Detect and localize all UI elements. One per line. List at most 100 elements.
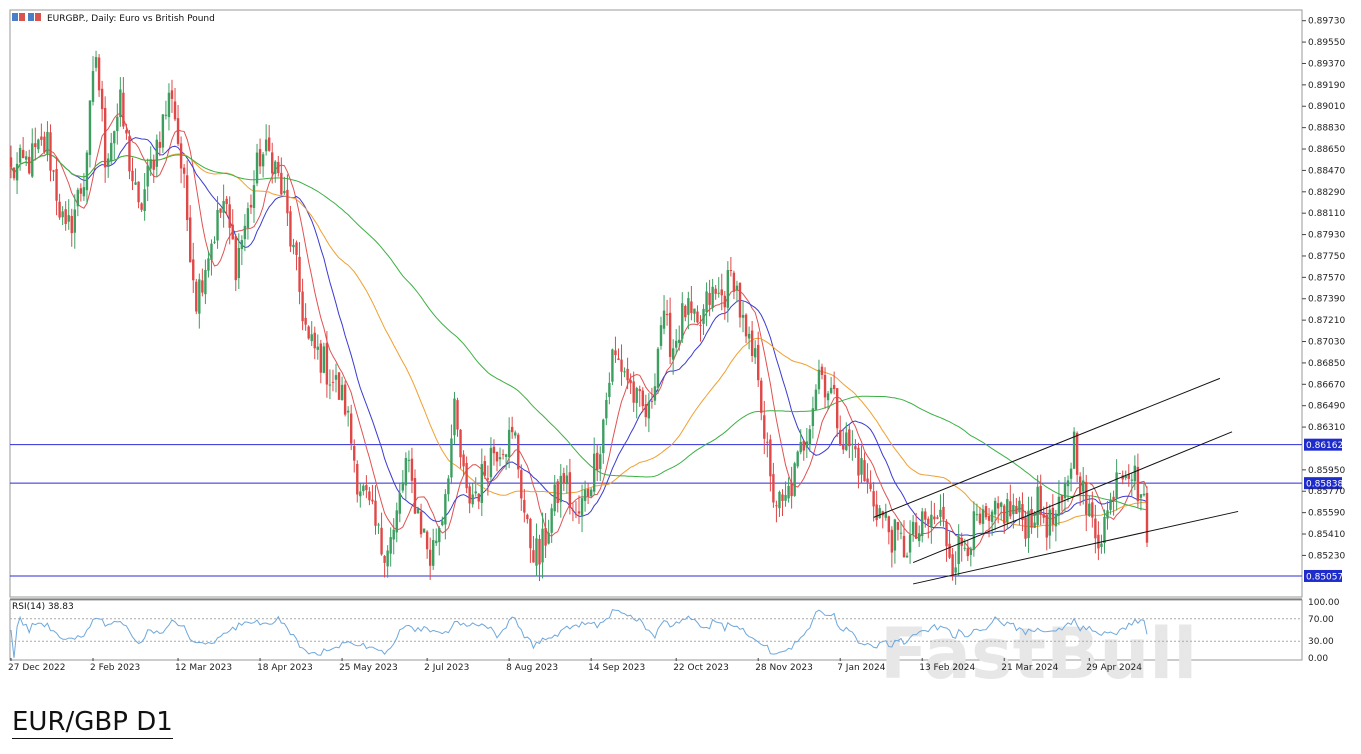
candle-body — [592, 453, 596, 492]
candle-body — [990, 511, 994, 522]
candle-body — [419, 511, 423, 535]
candle-body — [878, 508, 881, 519]
candle-body — [623, 371, 626, 373]
candle-body — [477, 493, 480, 502]
candle-body — [753, 348, 757, 358]
candle-body — [799, 441, 802, 453]
candle-body — [422, 528, 426, 533]
candle-body — [492, 446, 496, 454]
candle-body — [416, 508, 420, 514]
price-panel — [9, 9, 1303, 598]
candle-body — [523, 499, 526, 513]
candle-body — [143, 189, 146, 212]
candle-body — [447, 478, 450, 495]
candle-body — [565, 475, 569, 485]
candle-body — [231, 224, 234, 240]
candle-body — [155, 139, 158, 167]
candle-body — [189, 217, 192, 263]
candle-body — [304, 317, 307, 325]
candle-body — [359, 491, 362, 497]
candle-body — [198, 279, 201, 314]
candle-body — [158, 141, 162, 148]
candle-body — [839, 430, 842, 446]
candle-body — [307, 326, 310, 339]
candle-body — [766, 441, 769, 443]
candle-body — [1082, 480, 1085, 492]
candle-body — [88, 100, 92, 155]
candle-body — [322, 346, 326, 373]
candle-body — [1094, 518, 1097, 539]
page-caption: EUR/GBP D1 — [12, 707, 173, 739]
chart-area: FastBull 0.86162 0.85838 0.85057 0.89730 0.… — [0, 0, 1361, 690]
candle-body — [185, 175, 189, 220]
candle-body — [346, 410, 350, 413]
y-tick-label: 0.88650 — [1308, 145, 1345, 155]
candle-body — [1109, 499, 1112, 510]
candle-body — [1069, 468, 1073, 479]
candle-body — [1060, 494, 1064, 501]
candle-body — [583, 489, 587, 501]
x-tick-label: 12 Mar 2023 — [175, 663, 232, 673]
candle-body — [292, 244, 295, 248]
candle-body — [927, 518, 930, 525]
candle-body — [12, 167, 16, 179]
candle-body — [459, 429, 462, 458]
chart-icon — [12, 13, 18, 21]
candle-body — [362, 485, 365, 492]
candle-body — [826, 393, 830, 401]
candle-body — [914, 522, 918, 539]
candle-body — [1045, 514, 1048, 538]
candle-body — [495, 451, 499, 462]
candle-body — [586, 489, 590, 497]
candle-body — [15, 163, 19, 181]
chart-icon — [19, 13, 25, 21]
candle-body — [845, 432, 848, 451]
candle-body — [917, 533, 921, 542]
candle-body — [170, 90, 174, 99]
candle-body — [125, 130, 128, 134]
candle-body — [793, 463, 796, 496]
x-tick-label: 22 Oct 2023 — [673, 663, 729, 673]
candle-body — [176, 118, 180, 144]
candle-body — [228, 204, 231, 228]
candle-body — [438, 528, 441, 543]
candle-body — [705, 291, 708, 312]
candle-body — [1057, 496, 1061, 516]
candle-body — [103, 107, 107, 168]
candle-body — [97, 57, 101, 91]
candle-body — [1088, 503, 1091, 516]
rsi-tick-label: 70.00 — [1308, 615, 1334, 625]
candle-body — [1048, 509, 1052, 536]
candle-body — [407, 459, 411, 461]
watermark-text: FastBull — [880, 613, 1197, 690]
candle-body — [289, 211, 292, 247]
candle-body — [137, 181, 140, 203]
candle-body — [866, 478, 869, 483]
candle-body — [234, 236, 237, 281]
candle-body — [924, 511, 927, 520]
candle-body — [1085, 483, 1088, 515]
candle-body — [568, 472, 572, 508]
candle-body — [1133, 465, 1137, 482]
x-tick-label: 14 Sep 2023 — [588, 663, 645, 673]
candle-body — [796, 451, 799, 467]
candle-body — [939, 509, 942, 517]
candle-body — [1033, 522, 1036, 528]
candle-body — [760, 380, 763, 413]
candle-body — [274, 161, 277, 174]
candle-body — [119, 89, 122, 118]
candle-body — [340, 384, 344, 401]
candle-body — [902, 535, 906, 558]
candle-body — [832, 384, 836, 390]
candle-body — [134, 182, 137, 185]
candle-body — [1100, 543, 1103, 547]
candle-body — [258, 149, 262, 167]
candle-body — [687, 298, 690, 315]
y-tick-label: 0.87930 — [1308, 231, 1345, 241]
candle-body — [772, 474, 775, 503]
candle-body — [987, 516, 991, 521]
candle-body — [122, 92, 125, 127]
candle-body — [380, 527, 383, 555]
x-tick-label: 8 Aug 2023 — [506, 663, 558, 673]
candle-body — [823, 375, 827, 398]
